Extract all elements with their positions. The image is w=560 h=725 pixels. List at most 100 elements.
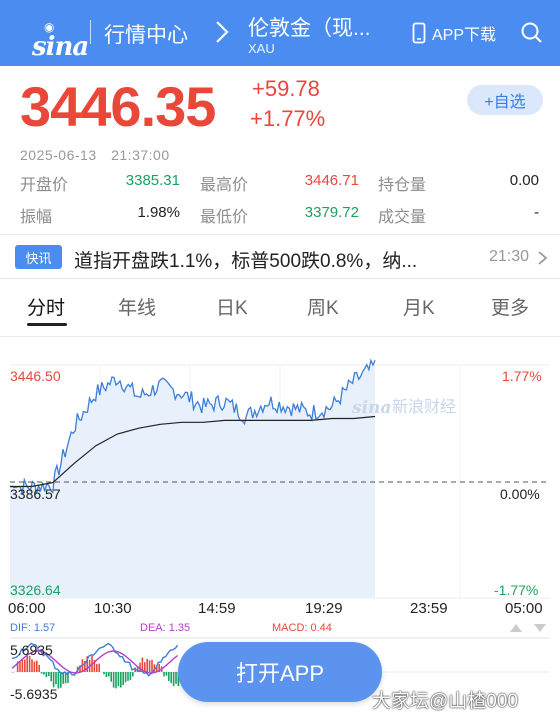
macd-bar: [43, 672, 45, 675]
macd-bar: [124, 672, 127, 683]
macd-bar: [98, 663, 100, 672]
macd-bar: [60, 672, 62, 688]
macd-bar: [31, 659, 33, 672]
stock-code: XAU: [248, 41, 275, 56]
app-download-label: APP下载: [432, 27, 497, 44]
divider: [0, 278, 560, 279]
macd-bar: [52, 672, 55, 688]
user-watermark: 大家坛@山楂000: [372, 691, 518, 712]
macd-bar: [108, 672, 110, 677]
time-label: 14:59: [198, 600, 236, 617]
macd-bar: [148, 660, 151, 672]
top-bar: ◉ sina 行情中心 伦敦金（现... XAU APP下载: [0, 0, 560, 66]
macd-bar: [163, 672, 165, 677]
divider: [0, 336, 560, 337]
macd-bar: [146, 658, 148, 672]
macd-axis-top: 5.6935: [10, 642, 53, 658]
chevron-right-icon[interactable]: [536, 250, 550, 266]
add-to-watchlist-button[interactable]: +自选: [467, 85, 543, 115]
time-label: 23:59: [410, 600, 448, 617]
price-axis-bottom: 3326.64: [10, 582, 61, 598]
current-price: 3446.35: [20, 75, 216, 138]
macd-bar: [21, 659, 24, 672]
volume-label: 成交量: [378, 209, 427, 226]
macd-bar: [40, 672, 43, 674]
macd-bar: [96, 664, 98, 672]
pct-axis-bottom: -1.77%: [494, 582, 539, 598]
macd-axis-bottom: -5.6935: [10, 686, 58, 702]
svg-text:sina: sina: [351, 398, 391, 418]
macd-bar: [105, 672, 108, 678]
sina-logo[interactable]: ◉ sina: [14, 14, 89, 62]
divider: [0, 234, 560, 235]
time-label: 05:00: [505, 600, 543, 617]
macd-bar: [50, 672, 52, 682]
macd-bar: [19, 662, 21, 672]
macd-bar: [122, 672, 124, 685]
macd-bar: [24, 659, 26, 672]
macd-bar: [168, 672, 170, 681]
macd-bar: [38, 664, 40, 672]
search-icon[interactable]: [520, 20, 544, 46]
open-value: 3385.31: [125, 172, 180, 189]
pct-axis-top: 1.77%: [502, 368, 542, 384]
stock-name: 伦敦金（现...: [248, 17, 371, 40]
news-flash-text[interactable]: 道指开盘跌1.1%，标普500跌0.8%，纳...: [74, 246, 474, 273]
price-change: +59.78: [252, 76, 320, 101]
volume-value: -: [534, 204, 539, 221]
tab-monthly-k[interactable]: 月K: [403, 293, 435, 320]
sina-finance-watermark: sina 新浪财经: [351, 398, 456, 418]
section-title[interactable]: 行情中心: [104, 19, 188, 49]
macd-bar: [103, 672, 105, 675]
time-label: 19:29: [305, 600, 343, 617]
macd-bar: [129, 672, 132, 681]
macd-bar: [110, 672, 112, 682]
macd-bar: [115, 672, 117, 689]
logo-text: sina: [32, 32, 89, 62]
macd-bar: [12, 672, 14, 673]
macd-bar: [151, 659, 153, 672]
tab-yearly[interactable]: 年线: [118, 293, 156, 320]
amplitude-label: 振幅: [20, 209, 53, 226]
tab-weekly-k[interactable]: 周K: [307, 293, 339, 320]
high-value: 3446.71: [304, 172, 359, 189]
news-flash-tag: 快讯: [15, 245, 62, 269]
macd-bar: [45, 672, 48, 678]
active-tab-indicator: [27, 323, 67, 326]
macd-bar: [28, 656, 31, 672]
price-axis-mid: 3386.57: [10, 486, 61, 502]
macd-bar: [117, 672, 120, 687]
macd-bar: [172, 672, 175, 687]
macd-bar: [112, 672, 115, 688]
macd-bar: [170, 672, 172, 684]
macd-bar: [26, 656, 28, 672]
header-divider: [90, 20, 91, 44]
tab-daily-k[interactable]: 日K: [216, 293, 248, 320]
price-change-percent: +1.77%: [250, 106, 326, 131]
phone-icon: [412, 22, 426, 44]
chevron-right-icon: [216, 21, 229, 43]
macd-bar: [36, 660, 38, 672]
macd-bar: [33, 661, 36, 672]
time-label: 10:30: [94, 600, 132, 617]
macd-bar: [175, 672, 177, 684]
low-label: 最低价: [200, 209, 249, 226]
open-app-button[interactable]: 打开APP: [178, 642, 382, 702]
app-download-button[interactable]: APP下载: [412, 20, 496, 46]
macd-bar: [165, 672, 168, 676]
tab-more[interactable]: 更多: [491, 293, 529, 320]
pct-axis-mid: 0.00%: [500, 486, 540, 502]
low-value: 3379.72: [304, 204, 359, 221]
macd-bar: [57, 672, 60, 689]
macd-bar: [48, 672, 50, 677]
quote-timestamp: 2025-06-13 21:37:00: [20, 147, 170, 163]
macd-bar: [120, 672, 122, 688]
open-label: 开盘价: [20, 177, 69, 194]
macd-bar: [127, 672, 129, 681]
tab-intraday[interactable]: 分时: [27, 293, 65, 320]
watermark-text: 新浪财经: [392, 398, 456, 416]
open-interest-value: 0.00: [509, 172, 539, 189]
amplitude-value: 1.98%: [137, 204, 180, 221]
intraday-chart[interactable]: sina 新浪财经: [0, 340, 560, 600]
price-axis-top: 3446.50: [10, 368, 61, 384]
